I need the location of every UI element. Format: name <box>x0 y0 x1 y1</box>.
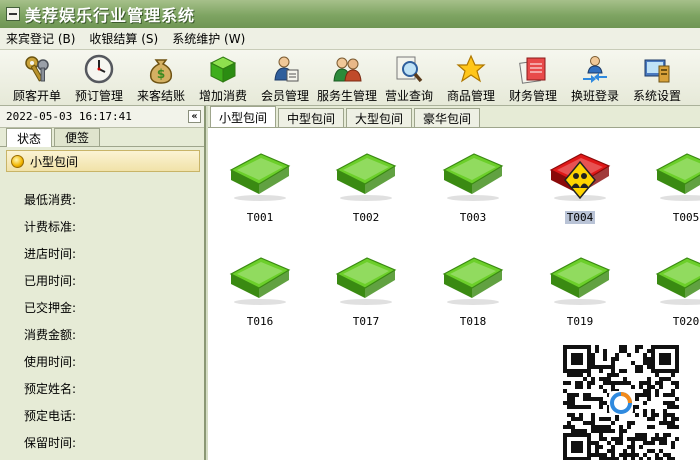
tab-medium-room[interactable]: 中型包间 <box>278 108 345 127</box>
business-query-button[interactable]: 营业查询 <box>378 50 440 106</box>
field-booking-phone: 预定电话: <box>24 409 77 423</box>
room-label: T004 <box>564 211 596 224</box>
shift-login-button[interactable]: 换班登录 <box>564 50 626 106</box>
room-info-list: 最低消费: 计费标准: 进店时间: 已用时间: 已交押金: 消费金额: 使用时间… <box>0 186 204 456</box>
room-tile-t019[interactable]: T019 <box>540 252 620 342</box>
menu-bar: 来宾登记 (B) 收银结算 (S) 系统维护 (W) <box>0 28 700 50</box>
room-area: 小型包间 中型包间 大型包间 豪华包间 T001 T002 T003 T004 T005… <box>208 106 700 460</box>
qr-code-image <box>560 344 682 460</box>
add-consumption-button[interactable]: 增加消费 <box>192 50 254 106</box>
room-tile-t018[interactable]: T018 <box>433 252 513 342</box>
status-dot-icon <box>11 154 24 168</box>
field-usage-time: 使用时间: <box>24 355 77 369</box>
left-panel-tabs: 状态 便签 <box>0 128 204 147</box>
room-tile-t001[interactable]: T001 <box>220 148 300 238</box>
room-tile-t003[interactable]: T003 <box>433 148 513 238</box>
system-settings-icon <box>641 53 673 85</box>
tab-large-room[interactable]: 大型包间 <box>346 108 413 127</box>
free-room-icon <box>333 252 399 309</box>
free-room-icon <box>440 148 506 205</box>
room-label: T003 <box>459 211 487 224</box>
booking-management-button[interactable]: 预订管理 <box>68 50 130 106</box>
room-label: T002 <box>352 211 380 224</box>
free-room-icon <box>440 252 506 309</box>
room-tile-t020[interactable]: T020 <box>646 252 700 342</box>
checkout-button[interactable]: $ 来客结账 <box>130 50 192 106</box>
tab-notes[interactable]: 便签 <box>54 128 101 146</box>
room-label: T001 <box>246 211 274 224</box>
system-settings-button[interactable]: 系统设置 <box>626 50 688 106</box>
toolbar: 顾客开单 预订管理 $ 来客结账 增加消费 会员管理 服务生管理 营业查询 商品… <box>0 50 700 106</box>
member-management-button[interactable]: 会员管理 <box>254 50 316 106</box>
green-cube-icon <box>207 53 239 85</box>
room-label: T019 <box>566 315 594 328</box>
collapse-panel-button[interactable]: « <box>188 110 201 123</box>
menu-guest-register[interactable]: 来宾登记 (B) <box>6 30 75 47</box>
finance-management-button[interactable]: 财务管理 <box>502 50 564 106</box>
room-label: T005 <box>672 211 700 224</box>
field-check-in-time: 进店时间: <box>24 247 77 261</box>
room-tile-t004[interactable]: T004 <box>540 148 620 238</box>
free-room-icon <box>227 252 293 309</box>
title-bar: 美荐娱乐行业管理系统 <box>0 0 700 28</box>
free-room-icon <box>333 148 399 205</box>
occupied-room-icon <box>547 148 613 205</box>
free-room-icon <box>227 148 293 205</box>
tab-luxury-room[interactable]: 豪华包间 <box>414 108 481 127</box>
room-type-tabs: 小型包间 中型包间 大型包间 豪华包间 <box>208 106 700 128</box>
goods-management-button[interactable]: 商品管理 <box>440 50 502 106</box>
room-label: T018 <box>459 315 487 328</box>
system-menu-icon[interactable] <box>6 7 20 21</box>
current-datetime: 2022-05-03 16:17:41 <box>6 110 132 123</box>
field-deposit-paid: 已交押金: <box>24 301 77 315</box>
room-label: T017 <box>352 315 380 328</box>
tab-status[interactable]: 状态 <box>6 128 53 147</box>
datetime-bar: 2022-05-03 16:17:41 « <box>0 106 204 128</box>
free-room-icon <box>653 148 700 205</box>
room-grid: T001 T002 T003 T004 T005 T016 T017 T018 T019 T020 <box>208 128 700 460</box>
room-tile-t002[interactable]: T002 <box>326 148 406 238</box>
room-tile-t017[interactable]: T017 <box>326 252 406 342</box>
keys-icon <box>21 53 53 85</box>
money-bag-icon: $ <box>145 53 177 85</box>
window-title: 美荐娱乐行业管理系统 <box>25 6 196 25</box>
free-room-icon <box>547 252 613 309</box>
field-elapsed-time: 已用时间: <box>24 274 77 288</box>
finance-icon <box>517 53 549 85</box>
member-card-icon <box>269 53 301 85</box>
clock-icon <box>83 53 115 85</box>
left-panel: 2022-05-03 16:17:41 « 状态 便签 小型包间 最低消费: 计… <box>0 106 206 460</box>
magnifier-icon <box>393 53 425 85</box>
field-min-consumption: 最低消费: <box>24 193 77 207</box>
staff-management-button[interactable]: 服务生管理 <box>316 50 378 106</box>
star-icon <box>455 53 487 85</box>
room-label: T020 <box>672 315 700 328</box>
free-room-icon <box>653 252 700 309</box>
shift-login-icon <box>579 53 611 85</box>
room-tile-t016[interactable]: T016 <box>220 252 300 342</box>
field-booking-name: 预定姓名: <box>24 382 77 396</box>
tab-small-room[interactable]: 小型包间 <box>210 106 277 127</box>
field-billing-standard: 计费标准: <box>24 220 77 234</box>
field-hold-time: 保留时间: <box>24 436 77 450</box>
svg-text:$: $ <box>157 67 165 81</box>
open-order-button[interactable]: 顾客开单 <box>6 50 68 106</box>
staff-icon <box>331 53 363 85</box>
menu-system-maintenance[interactable]: 系统维护 (W) <box>172 30 245 47</box>
room-tile-t005[interactable]: T005 <box>646 148 700 238</box>
room-label: T016 <box>246 315 274 328</box>
menu-cashier[interactable]: 收银结算 (S) <box>89 30 158 47</box>
room-type-title: 小型包间 <box>30 154 79 169</box>
field-consumption-amount: 消费金额: <box>24 328 77 342</box>
room-type-header[interactable]: 小型包间 <box>6 150 200 172</box>
